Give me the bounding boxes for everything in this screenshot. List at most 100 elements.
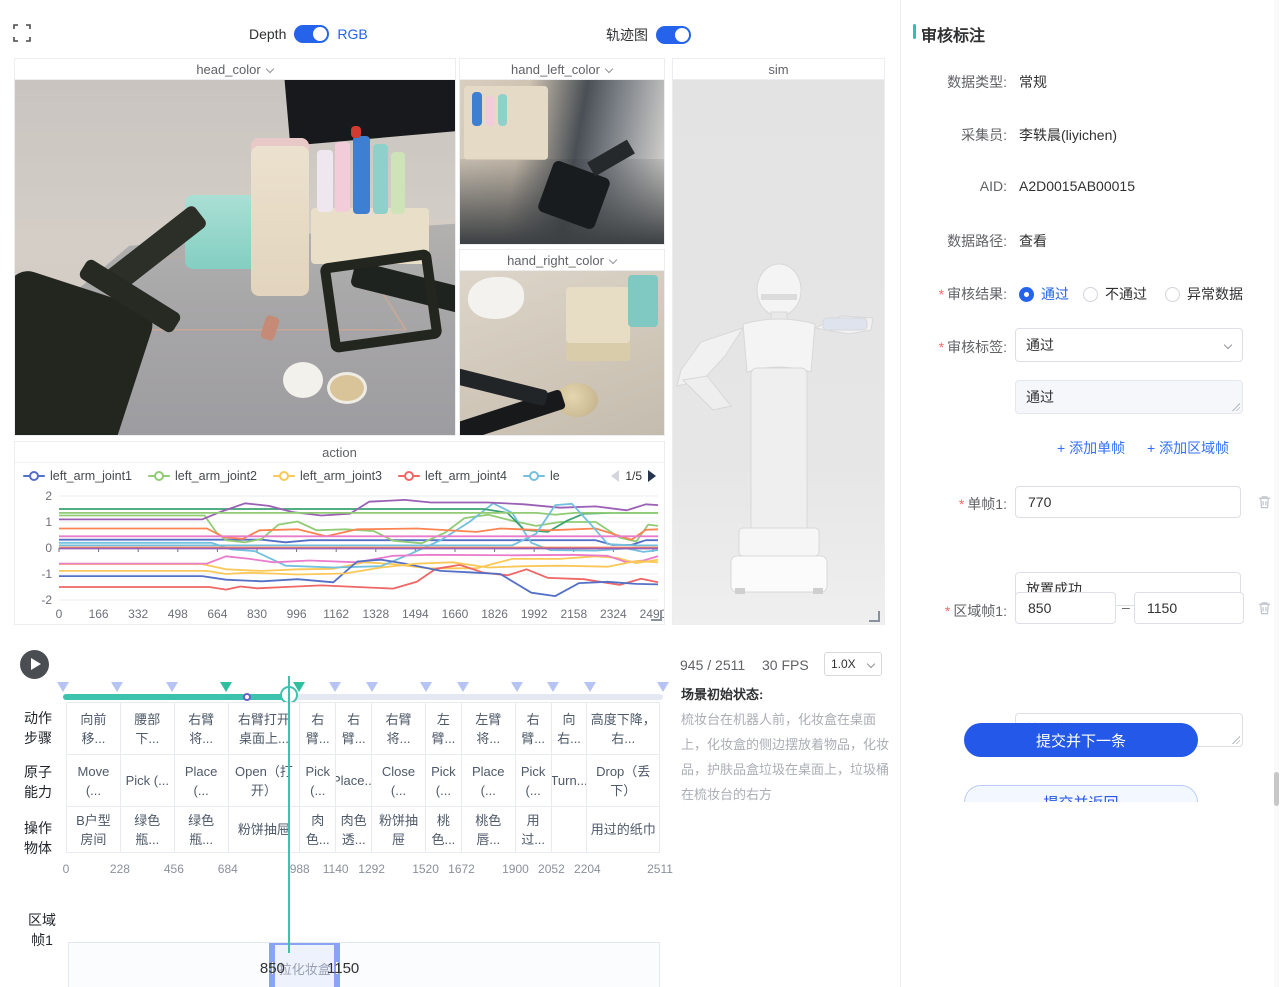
object-cell-2[interactable]: 绿色瓶... — [121, 807, 175, 853]
skill-cell-10[interactable]: Pick (... — [516, 755, 552, 807]
step-marker-11[interactable] — [584, 682, 596, 692]
step-marker-3[interactable] — [220, 682, 232, 692]
single-frame-input[interactable]: 770 — [1015, 486, 1241, 518]
legend-item-left_arm_joint4[interactable]: left_arm_joint4 — [398, 469, 507, 483]
chevron-down-icon — [266, 65, 274, 73]
row-label-action-steps: 动作步骤 — [16, 708, 60, 748]
speed-select[interactable]: 1.0X — [824, 652, 882, 676]
info-field-3: 数据路径:查看 — [901, 231, 1047, 251]
skill-cell-7[interactable]: Close (... — [372, 755, 426, 807]
step-marker-1[interactable] — [111, 682, 123, 692]
legend-item-left_arm_joint2[interactable]: left_arm_joint2 — [148, 469, 257, 483]
chart-legend: left_arm_joint1 left_arm_joint2 left_arm… — [15, 463, 664, 489]
skill-cell-6[interactable]: Place... — [336, 755, 372, 807]
step-cell-8[interactable]: 左臂... — [426, 703, 462, 755]
object-cell-5[interactable]: 肉色... — [300, 807, 336, 853]
resize-corner-icon[interactable] — [869, 611, 880, 622]
step-marker-7[interactable] — [420, 682, 432, 692]
hand-left-camera-selector[interactable]: hand_left_color — [460, 59, 664, 80]
step-cell-9[interactable]: 左臂将... — [462, 703, 516, 755]
row-label-atomic-skill: 原子能力 — [16, 762, 60, 802]
step-marker-12[interactable] — [657, 682, 669, 692]
region-start-input[interactable]: 850 — [1015, 592, 1116, 624]
panel-scrollbar-thumb[interactable] — [1274, 772, 1279, 806]
resize-corner-icon[interactable] — [1232, 403, 1240, 411]
step-cell-7[interactable]: 右臂将... — [372, 703, 426, 755]
legend-item-left_arm_joint3[interactable]: left_arm_joint3 — [273, 469, 382, 483]
radio-异常数据[interactable] — [1165, 287, 1180, 302]
step-marker-9[interactable] — [511, 682, 523, 692]
object-cell-7[interactable]: 粉饼抽屉 — [372, 807, 426, 853]
step-cell-5[interactable]: 右臂... — [300, 703, 336, 755]
object-cell-1[interactable]: B户型房间 — [67, 807, 121, 853]
object-cell-9[interactable]: 桃色唇... — [462, 807, 516, 853]
step-marker-5[interactable] — [329, 682, 341, 692]
step-cell-12[interactable]: 高度下降，右... — [587, 703, 660, 755]
skill-cell-8[interactable]: Pick (... — [426, 755, 462, 807]
step-marker-0[interactable] — [57, 682, 69, 692]
svg-text:0: 0 — [56, 607, 63, 621]
object-cell-12[interactable]: 用过的纸巾 — [587, 807, 660, 853]
fullscreen-icon[interactable] — [12, 24, 32, 44]
step-marker-2[interactable] — [166, 682, 178, 692]
radio-label[interactable]: 异常数据 — [1187, 284, 1243, 304]
trajectory-toggle[interactable] — [656, 26, 691, 44]
sim-viewport[interactable] — [673, 80, 884, 625]
skill-cell-9[interactable]: Place (... — [462, 755, 516, 807]
object-cell-11[interactable] — [552, 807, 588, 853]
radio-不通过[interactable] — [1083, 287, 1098, 302]
region-frame-track[interactable]: 拉化妆盒 — [68, 942, 660, 987]
svg-text:1328: 1328 — [362, 607, 389, 621]
resize-corner-icon[interactable] — [651, 610, 662, 621]
step-cell-11[interactable]: 向右... — [552, 703, 588, 755]
submit-return-button[interactable]: 提交并返回 — [964, 785, 1198, 802]
step-marker-4[interactable] — [293, 682, 305, 692]
prev-page-icon[interactable] — [611, 470, 619, 482]
skill-cell-1[interactable]: Move (... — [67, 755, 121, 807]
add-single-frame-button[interactable]: + 添加单帧 — [1057, 438, 1125, 458]
delete-single-frame-icon[interactable] — [1257, 494, 1272, 510]
svg-text:1494: 1494 — [402, 607, 429, 621]
depth-rgb-toggle[interactable] — [294, 25, 329, 43]
review-tag-select[interactable]: 通过 — [1015, 328, 1243, 362]
legend-item-le[interactable]: le — [523, 469, 560, 483]
object-cell-3[interactable]: 绿色瓶... — [175, 807, 229, 853]
skill-cell-3[interactable]: Place (... — [175, 755, 229, 807]
skill-cell-12[interactable]: Drop（丢下） — [587, 755, 660, 807]
step-cell-6[interactable]: 右臂... — [336, 703, 372, 755]
next-page-icon[interactable] — [648, 470, 656, 482]
step-marker-10[interactable] — [547, 682, 559, 692]
step-cell-10[interactable]: 右臂... — [516, 703, 552, 755]
step-cell-1[interactable]: 向前移... — [67, 703, 121, 755]
radio-label[interactable]: 不通过 — [1105, 284, 1147, 304]
review-tag-note[interactable]: 通过 — [1015, 380, 1243, 414]
fps-label: 30 FPS — [762, 657, 809, 673]
radio-label[interactable]: 通过 — [1041, 284, 1069, 304]
data-path-view-link[interactable]: 查看 — [1019, 231, 1047, 251]
sim-robot — [673, 80, 884, 625]
object-cell-6[interactable]: 肉色透... — [336, 807, 372, 853]
step-cell-2[interactable]: 腰部下... — [121, 703, 175, 755]
object-cell-10[interactable]: 用过... — [516, 807, 552, 853]
skill-cell-2[interactable]: Pick (... — [121, 755, 175, 807]
radio-通过[interactable] — [1019, 287, 1034, 302]
hand-right-camera-selector[interactable]: hand_right_color — [460, 250, 664, 271]
skill-cell-5[interactable]: Pick (... — [300, 755, 336, 807]
legend-item-left_arm_joint1[interactable]: left_arm_joint1 — [23, 469, 132, 483]
step-cell-3[interactable]: 右臂将... — [175, 703, 229, 755]
panel-scrollbar-track[interactable] — [1274, 0, 1279, 987]
object-cell-8[interactable]: 桃色... — [426, 807, 462, 853]
region-end-input[interactable]: 1150 — [1134, 592, 1244, 624]
play-button[interactable] — [20, 650, 49, 679]
skill-cell-11[interactable]: Turn... — [552, 755, 588, 807]
resize-corner-icon[interactable] — [1232, 736, 1240, 744]
frame-axis-label: 2511 — [647, 862, 673, 876]
add-region-frame-button[interactable]: + 添加区域帧 — [1147, 438, 1229, 458]
delete-region-frame-icon[interactable] — [1257, 600, 1272, 616]
submit-next-button[interactable]: 提交并下一条 — [964, 723, 1198, 757]
step-marker-8[interactable] — [457, 682, 469, 692]
frame-axis-label: 684 — [218, 862, 238, 876]
joint-trajectory-chart[interactable]: -2-1012016633249866483099611621328149416… — [15, 489, 664, 625]
head-camera-selector[interactable]: head_color — [15, 59, 455, 80]
step-marker-6[interactable] — [366, 682, 378, 692]
